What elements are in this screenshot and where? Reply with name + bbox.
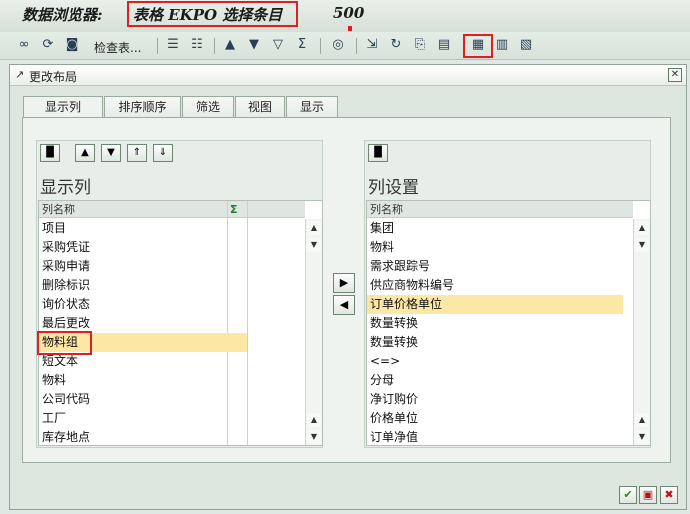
move-down-icon[interactable]: ▼ <box>101 144 121 162</box>
tab-view[interactable]: 视图 <box>235 96 285 118</box>
scroll-up-icon[interactable]: ▲ <box>307 221 321 235</box>
list-item[interactable]: 订单净值 <box>367 428 633 445</box>
list-item[interactable]: 需求跟踪号 <box>367 257 633 276</box>
scroll-up-icon[interactable]: ▲ <box>635 221 649 235</box>
move-up-icon[interactable]: ▲ <box>75 144 95 162</box>
total-icon[interactable]: Σ <box>294 37 310 53</box>
list-item[interactable]: <=> <box>367 352 633 371</box>
list-item[interactable]: 项目 <box>39 219 305 238</box>
list-item[interactable]: 数量转换 <box>367 314 633 333</box>
move-bottom-icon[interactable]: ⇓ <box>153 144 173 162</box>
toolbar-separator <box>157 38 158 54</box>
scroll-down-icon[interactable]: ▼ <box>635 238 649 252</box>
column-set-list: 列名称 集团 物料 需求跟踪号 供应商物料编号 订单价格单位 数量转换 数量转换… <box>366 200 651 446</box>
toolbar-separator <box>320 38 321 54</box>
application-toolbar: ∞ ⟳ ◙ 检查表... ☰ ☷ ▲ ▼ ▽ Σ ◎ ⇲ ↻ ⎘ ▤ ▦ ▥ ▧ <box>0 32 690 60</box>
left-scrollbar[interactable]: ▲ ▼ ▲ ▼ <box>305 219 322 445</box>
sum-column-header: Σ <box>228 201 305 218</box>
find-icon[interactable]: ▐▌ <box>40 144 60 162</box>
tab-filter[interactable]: 筛选 <box>182 96 234 118</box>
count-marker <box>348 26 352 31</box>
print-preview-icon[interactable]: ◎ <box>330 37 346 53</box>
find-icon[interactable]: ▐▌ <box>368 144 388 162</box>
tab-display-columns[interactable]: 显示列 <box>23 96 103 119</box>
move-right-icon[interactable]: ▶ <box>333 273 355 293</box>
save-layout-icon[interactable]: ▧ <box>518 37 534 53</box>
tab-sort-order[interactable]: 排序顺序 <box>104 96 181 118</box>
scroll-down-icon[interactable]: ▼ <box>307 430 321 444</box>
list-item[interactable]: 物料 <box>39 371 305 390</box>
hidden-columns-list: 列名称 Σ 项目 采购凭证 采购申请 删除标识 询价状态 最后更改 物料组 短文… <box>38 200 323 446</box>
left-column-header: 列名称 <box>39 201 227 218</box>
list-item[interactable]: 库存地点 <box>39 428 305 445</box>
layout-button-highlight <box>463 34 493 58</box>
set-filter-icon[interactable]: ▽ <box>270 37 286 53</box>
list-item[interactable]: 价格单位 <box>367 409 633 428</box>
right-scrollbar[interactable]: ▲ ▼ ▲ ▼ <box>633 219 650 445</box>
move-left-icon[interactable]: ◀ <box>333 295 355 315</box>
toolbar-separator <box>214 38 215 54</box>
selected-row-sum-cell <box>227 333 247 352</box>
list-item[interactable]: 公司代码 <box>39 390 305 409</box>
list-item[interactable]: 删除标识 <box>39 276 305 295</box>
list-item[interactable]: 物料 <box>367 238 633 257</box>
dialog-title-bar: ↗ 更改布局 ✕ <box>10 65 686 86</box>
save-icon[interactable]: ▣ <box>639 486 657 504</box>
word-processing-icon[interactable]: ⎘ <box>412 37 428 53</box>
toolbar-separator <box>356 38 357 54</box>
list-item[interactable]: 净订购价 <box>367 390 633 409</box>
scroll-down-icon[interactable]: ▼ <box>307 238 321 252</box>
left-heading: 显示列 <box>40 178 91 198</box>
list-item[interactable]: 采购凭证 <box>39 238 305 257</box>
title-bar: 数据浏览器: 表格 EKPO 选择条目 500 <box>0 0 690 32</box>
export-icon[interactable]: ⇲ <box>364 37 380 53</box>
selected-item-highlight <box>37 331 92 355</box>
list-item[interactable]: 供应商物料编号 <box>367 276 633 295</box>
list-item[interactable]: 询价状态 <box>39 295 305 314</box>
scroll-up-icon[interactable]: ▲ <box>307 413 321 427</box>
tab-display[interactable]: 显示 <box>286 96 338 118</box>
sort-descending-icon[interactable]: ▼ <box>246 37 262 53</box>
hit-count: 500 <box>333 4 365 22</box>
dialog-title: 更改布局 <box>29 70 78 84</box>
local-file-icon[interactable]: ▤ <box>436 37 452 53</box>
cancel-icon[interactable]: ✖ <box>660 486 678 504</box>
select-layout-icon[interactable]: ▥ <box>494 37 510 53</box>
spreadsheet-icon[interactable]: ↻ <box>388 37 404 53</box>
list-item[interactable]: 数量转换 <box>367 333 633 352</box>
title-highlight-box <box>127 1 298 27</box>
document-icon[interactable]: ☷ <box>189 37 205 53</box>
sort-ascending-icon[interactable]: ▲ <box>222 37 238 53</box>
page-title-prefix: 数据浏览器: <box>22 6 103 24</box>
scroll-up-icon[interactable]: ▲ <box>635 413 649 427</box>
close-icon[interactable]: ✕ <box>668 68 682 82</box>
details-icon[interactable]: ☰ <box>165 37 181 53</box>
move-top-icon[interactable]: ⇑ <box>127 144 147 162</box>
check-table-button[interactable]: 检查表... <box>94 39 141 56</box>
refresh-icon[interactable]: ⟳ <box>40 37 56 53</box>
list-item[interactable]: 采购申请 <box>39 257 305 276</box>
list-item[interactable]: 集团 <box>367 219 633 238</box>
right-column-header: 列名称 <box>367 201 633 218</box>
right-heading: 列设置 <box>368 178 419 198</box>
dialog-icon: ↗ <box>15 68 25 81</box>
glasses-icon[interactable]: ∞ <box>16 37 32 53</box>
filter-icon[interactable]: ◙ <box>64 37 80 53</box>
list-item[interactable]: 工厂 <box>39 409 305 428</box>
list-item-selected[interactable]: 订单价格单位 <box>367 295 623 314</box>
list-item[interactable]: 分母 <box>367 371 633 390</box>
confirm-icon[interactable]: ✔ <box>619 486 637 504</box>
scroll-down-icon[interactable]: ▼ <box>635 430 649 444</box>
